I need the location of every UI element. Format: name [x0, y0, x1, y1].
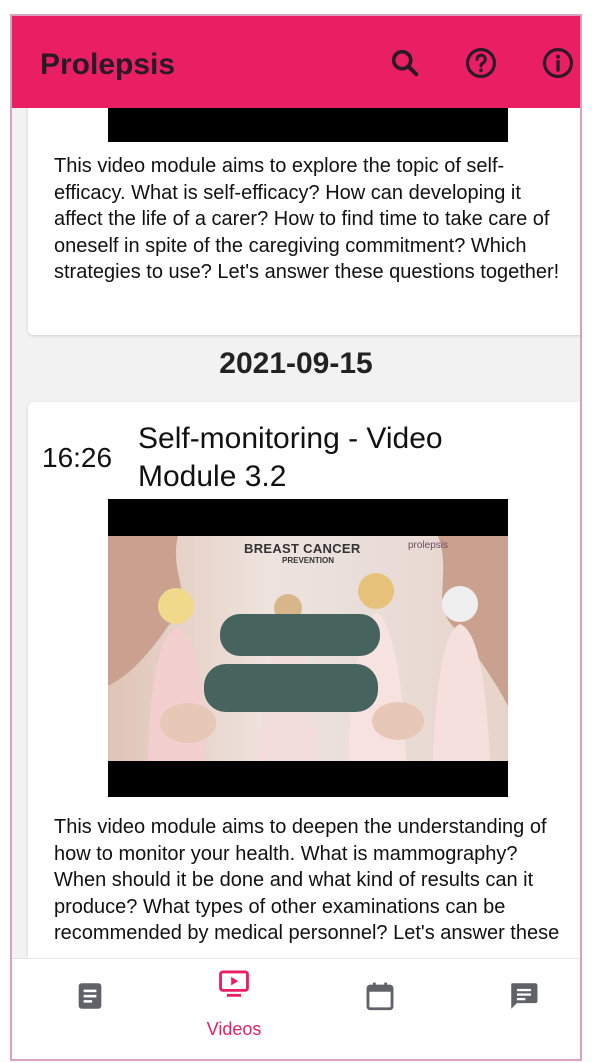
calendar-icon [366, 982, 394, 1011]
thumbnail-heading: BREAST CANCER [244, 541, 361, 556]
video-title: Self-monitoring - Video Module 3.2 [138, 422, 443, 493]
help-icon[interactable] [464, 46, 498, 80]
video-time: 16:26 [42, 442, 113, 473]
app-frame: Prolepsis This video module aims to expl… [10, 14, 582, 1061]
video-feed[interactable]: This video module aims to explore the to… [12, 108, 580, 963]
thumbnail-image: BREAST CANCER PREVENTION prolepsis [108, 536, 508, 761]
video-card: 16:26 Self-monitoring - Video Module 3.2 [28, 402, 580, 963]
date-header: 2021-09-15 [219, 347, 373, 380]
thumbnail-brand-logo: prolepsis [408, 540, 449, 551]
nav-item-videos[interactable]: Videos [164, 959, 304, 1059]
nav-item-calendar[interactable] [310, 959, 450, 1059]
bottom-navigation: Videos [12, 958, 580, 1059]
video-icon [219, 970, 249, 997]
thumbnail-subheading: PREVENTION [282, 556, 335, 565]
info-icon[interactable] [541, 46, 575, 80]
nav-label-videos: Videos [206, 1019, 262, 1039]
video-description: This video module aims to deepen the und… [54, 816, 560, 944]
nav-item-messages[interactable] [454, 959, 580, 1059]
app-bar: Prolepsis [12, 16, 580, 108]
nav-item-documents[interactable] [20, 959, 160, 1059]
app-title: Prolepsis [40, 48, 176, 81]
search-icon[interactable] [388, 46, 422, 80]
document-icon [78, 983, 102, 1009]
video-thumbnail[interactable]: BREAST CANCER PREVENTION prolepsis [108, 499, 508, 797]
video-player-bottom-bar [108, 108, 508, 142]
video-description: This video module aims to explore the to… [54, 155, 560, 283]
video-card: This video module aims to explore the to… [28, 108, 580, 335]
chat-icon [511, 983, 538, 1009]
